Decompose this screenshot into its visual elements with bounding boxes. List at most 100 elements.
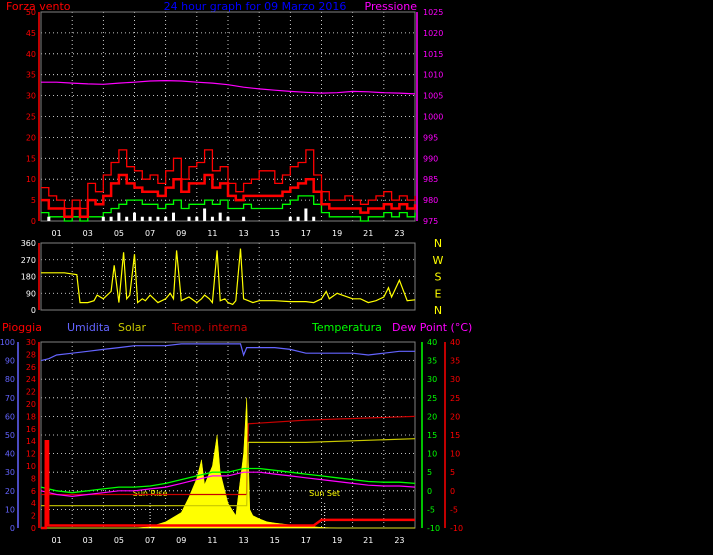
dewpoint-tick-label: -10 — [450, 524, 463, 533]
pressure-tick-label: 1025 — [423, 8, 443, 17]
humidity-tick-label: 20 — [5, 487, 15, 496]
humidity-tick-label: 100 — [0, 338, 15, 347]
direction-tick-label: 90 — [26, 289, 36, 298]
compass-label: S — [435, 271, 442, 284]
pressure-tick-label: 1005 — [423, 92, 443, 101]
x-tick-label: 03 — [83, 229, 93, 238]
humidity-tick-label: 80 — [5, 375, 15, 384]
rain-tick-label: 18 — [26, 412, 36, 421]
x-tick-label: 05 — [114, 536, 124, 545]
x-tick-label: 13 — [238, 229, 248, 238]
wind-tick-label: 35 — [26, 71, 36, 80]
compass-label: N — [434, 237, 442, 250]
humidity-tick-label: 10 — [5, 505, 15, 514]
dew-point-label: Dew Point (°C) — [392, 321, 472, 334]
pressure-tick-label: 995 — [423, 133, 438, 142]
rain-tick-label: 28 — [26, 350, 36, 359]
pressure-tick-label: 990 — [423, 154, 438, 163]
wind-tick-label: 25 — [26, 113, 36, 122]
x-tick-label: 15 — [270, 229, 280, 238]
wind-pressure-plot: 0510152025303540455097598098599099510001… — [26, 8, 444, 238]
x-tick-label: 19 — [332, 536, 342, 545]
rain-tick-label: 14 — [26, 437, 36, 446]
humidity-label: Umidita — [67, 321, 110, 334]
x-tick-label: 07 — [145, 536, 155, 545]
rain-tick-label: 4 — [31, 499, 36, 508]
x-tick-label: 05 — [114, 229, 124, 238]
pressure-tick-label: 1015 — [423, 50, 443, 59]
dewpoint-tick-label: 40 — [450, 338, 460, 347]
temp-tick-label: 15 — [427, 431, 437, 440]
temp-tick-label: 30 — [427, 375, 437, 384]
x-tick-label: 09 — [176, 229, 186, 238]
solar-label: Solar — [118, 321, 147, 334]
direction-tick-label: 270 — [21, 256, 36, 265]
rain-tick-label: 0 — [31, 524, 36, 533]
x-tick-label: 01 — [51, 229, 61, 238]
dewpoint-tick-label: 5 — [450, 468, 455, 477]
humidity-tick-label: 40 — [5, 450, 15, 459]
temp-tick-label: 35 — [427, 357, 437, 366]
pressure-tick-label: 985 — [423, 175, 438, 184]
humidity-tick-label: 50 — [5, 431, 15, 440]
wind-direction-plot: 090180270360 NWSEN — [21, 237, 444, 317]
x-tick-label: 15 — [270, 536, 280, 545]
x-tick-label: 07 — [145, 229, 155, 238]
temp-tick-label: 25 — [427, 394, 437, 403]
temp-tick-label: 10 — [427, 450, 437, 459]
temp-tick-label: -10 — [427, 524, 440, 533]
pressure-tick-label: 1010 — [423, 71, 443, 80]
wind-tick-label: 40 — [26, 50, 36, 59]
humidity-tick-label: 90 — [5, 357, 15, 366]
temp-tick-label: 20 — [427, 412, 437, 421]
dewpoint-tick-label: 0 — [450, 487, 455, 496]
rain-tick-label: 8 — [31, 474, 36, 483]
dewpoint-tick-label: -5 — [450, 505, 458, 514]
x-tick-label: 13 — [238, 536, 248, 545]
wind-tick-label: 5 — [31, 196, 36, 205]
x-tick-label: 03 — [83, 536, 93, 545]
compass-label: W — [433, 254, 444, 267]
pressure-tick-label: 1020 — [423, 29, 443, 38]
pressure-tick-label: 975 — [423, 217, 438, 226]
compass-label: E — [435, 287, 442, 300]
x-tick-label: 09 — [176, 536, 186, 545]
rain-tick-label: 24 — [26, 375, 36, 384]
temperatura-label: Temperatura — [311, 321, 382, 334]
dewpoint-tick-label: 10 — [450, 450, 460, 459]
wind-tick-label: 30 — [26, 92, 36, 101]
wind-tick-label: 45 — [26, 29, 36, 38]
series-pressure — [41, 79, 416, 95]
rain-tick-label: 20 — [26, 400, 36, 409]
temp-interna-label: Temp. interna — [171, 321, 247, 334]
x-tick-label: 21 — [363, 536, 373, 545]
sunset-annotation: Sun Set — [309, 489, 340, 498]
temp-tick-label: 40 — [427, 338, 437, 347]
humidity-tick-label: 70 — [5, 394, 15, 403]
rain-tick-label: 12 — [26, 450, 36, 459]
x-tick-label: 23 — [394, 536, 404, 545]
rain-tick-label: 30 — [26, 338, 36, 347]
chart-title: 24 hour graph for 09 Marzo 2016 — [164, 0, 347, 13]
pressure-tick-label: 1000 — [423, 113, 443, 122]
direction-tick-label: 0 — [31, 306, 36, 315]
wind-tick-label: 10 — [26, 175, 36, 184]
pressure-tick-label: 980 — [423, 196, 438, 205]
wind-tick-label: 50 — [26, 8, 36, 17]
x-tick-label: 21 — [363, 229, 373, 238]
direction-tick-label: 360 — [21, 239, 36, 248]
compass-label: N — [434, 304, 442, 317]
rain-tick-label: 22 — [26, 388, 36, 397]
humidity-tick-label: 30 — [5, 468, 15, 477]
pressure-axis-title: Pressione — [365, 0, 418, 13]
temp-tick-label: -5 — [427, 505, 435, 514]
rain-tick-label: 2 — [31, 512, 36, 521]
x-tick-label: 11 — [207, 229, 217, 238]
temp-tick-label: 5 — [427, 468, 432, 477]
x-tick-label: 17 — [301, 536, 311, 545]
x-tick-label: 11 — [207, 536, 217, 545]
rain-tick-label: 26 — [26, 363, 36, 372]
dewpoint-tick-label: 30 — [450, 375, 460, 384]
humidity-tick-label: 60 — [5, 412, 15, 421]
direction-tick-label: 180 — [21, 273, 36, 282]
